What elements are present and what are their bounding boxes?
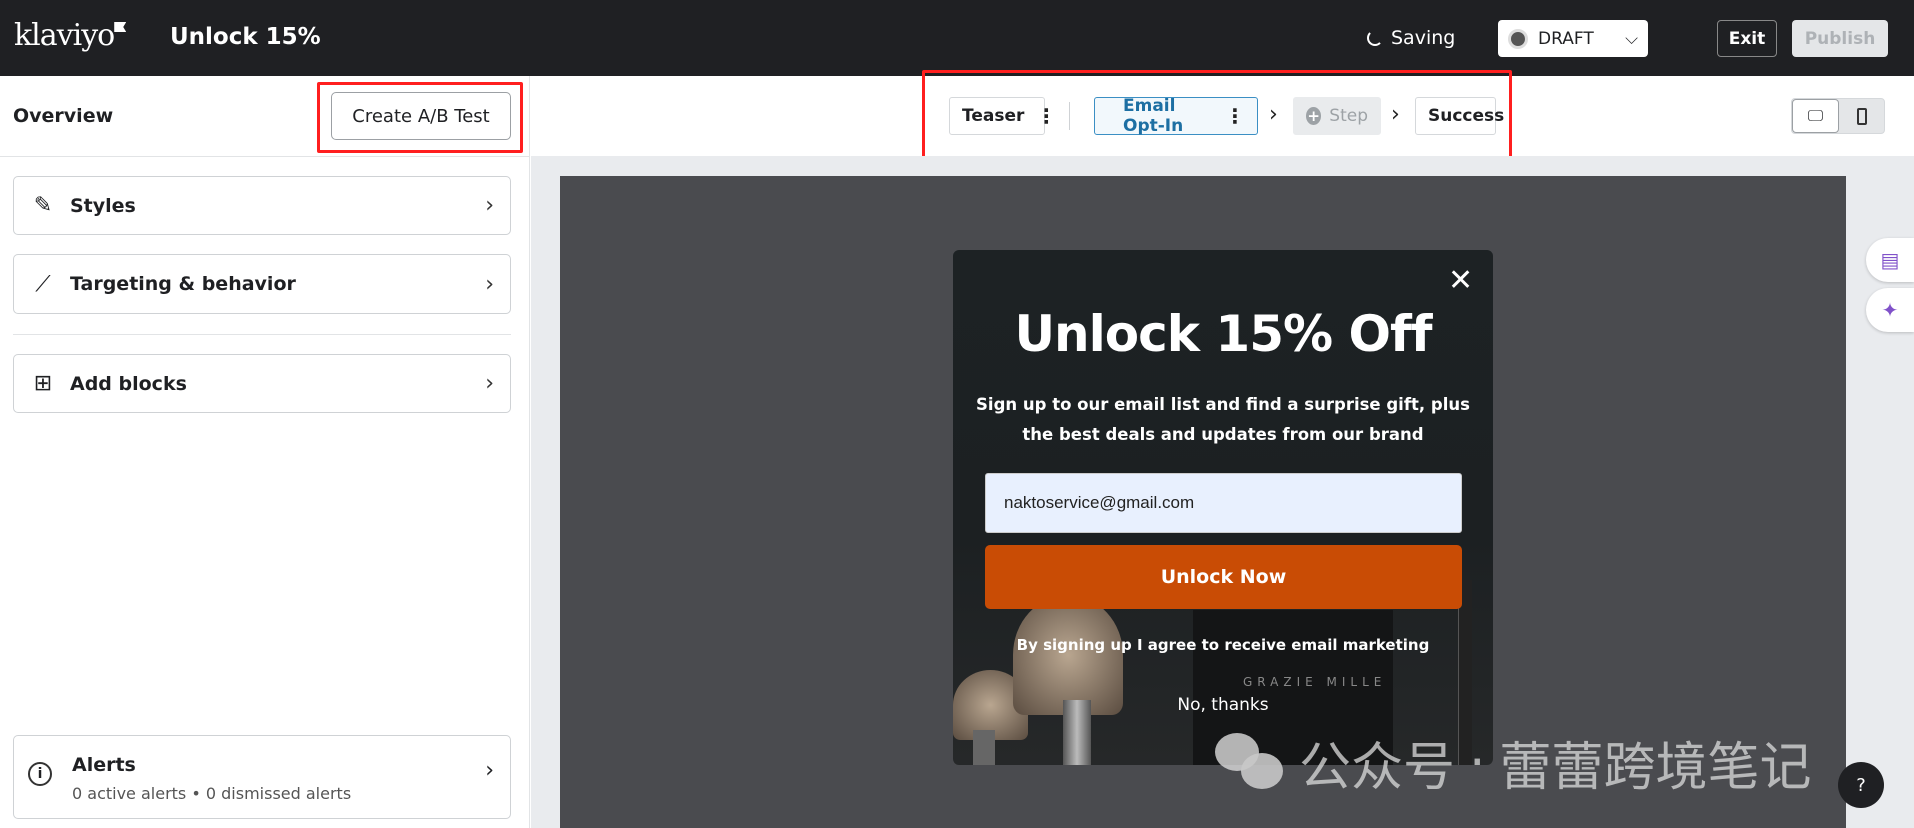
info-icon: i [28,762,52,786]
alerts-title: Alerts [72,754,136,776]
watermark-text: 公众号 [1299,738,1456,798]
ai-sparkle-icon[interactable]: ✦ [1866,288,1914,332]
step-toolbar: Teaser ⋮ Email Opt-In ⋮ › + Step › Success … [531,70,1914,164]
signup-popup: GRAZIE MILLE ✕ Unlock 15% Off Sign up to… [953,250,1493,765]
top-bar: klaviyo Unlock 15% Saving DRAFT ⌵ Exit Pu… [0,0,1914,76]
chevron-down-icon: ⌵ [1625,28,1638,49]
mobile-icon [1856,107,1867,125]
watermark: 公众号 · 蕾蕾跨境笔记 [1215,725,1812,800]
watermark-text: 蕾蕾跨境笔记 [1499,738,1812,798]
sidebar-item-styles[interactable]: ✎ Styles › [13,176,511,235]
sidebar-item-add-blocks[interactable]: ⊞ Add blocks › [13,354,511,413]
sidebar-item-targeting[interactable]: ⟋ Targeting & behavior › [13,254,511,314]
highlight-box [317,82,523,153]
highlight-box [922,70,1512,164]
unlock-now-button[interactable]: Unlock Now [985,545,1462,609]
sidebar-item-label: Add blocks [70,372,187,395]
divider [0,156,530,157]
no-thanks-link[interactable]: No, thanks [953,695,1493,715]
sidebar-item-label: Targeting & behavior [70,273,296,295]
alerts-panel[interactable]: i Alerts 0 active alerts • 0 dismissed a… [13,735,511,819]
form-title[interactable]: Unlock 15% [170,24,321,50]
publish-button[interactable]: Publish [1792,20,1888,57]
chevron-right-icon: › [485,193,494,218]
alerts-summary: 0 active alerts • 0 dismissed alerts [72,784,352,803]
product-brand-text: GRAZIE MILLE [1243,675,1387,689]
status-label: DRAFT [1538,28,1594,49]
consent-text: By signing up I agree to receive email m… [1016,636,1430,654]
save-status: Saving [1367,27,1455,49]
magic-wand-icon: ⟋ [35,271,51,297]
exit-button[interactable]: Exit [1717,20,1777,57]
save-status-text: Saving [1391,27,1456,49]
klaviyo-logo[interactable]: klaviyo [14,18,127,53]
divider [13,334,511,335]
mobile-view-button[interactable] [1839,99,1884,133]
popup-title: Unlock 15% Off [1014,305,1432,363]
chevron-right-icon: › [485,758,494,783]
pencil-icon: ✎ [33,193,53,218]
help-button[interactable]: ? [1838,762,1884,808]
sidebar-title: Overview [13,105,114,127]
chevron-right-icon: › [485,371,494,396]
desktop-view-button[interactable]: 🖵 [1792,99,1839,133]
chevron-right-icon: › [485,271,494,297]
spinner-icon [1367,30,1383,46]
watermark-dot: · [1469,732,1486,793]
email-value: naktoservice@gmail.com [1004,493,1195,512]
popup-subtitle: Sign up to our email list and find a sur… [976,395,1470,444]
wechat-icon [1215,732,1285,793]
device-toggle: 🖵 [1791,98,1885,134]
sidebar-item-label: Styles [70,194,136,217]
sidebar: Overview Create A/B Test ✎ Styles › ⟋ Targe… [0,76,530,828]
draft-icon [1508,28,1528,49]
close-icon[interactable]: ✕ [1448,263,1473,298]
desktop-icon: 🖵 [1807,106,1824,125]
brush-handle [973,730,995,765]
grid-icon: ⊞ [33,371,53,396]
email-field[interactable]: naktoservice@gmail.com [985,473,1462,533]
document-icon[interactable]: ▤ [1866,238,1914,282]
status-dropdown[interactable]: DRAFT ⌵ [1498,20,1648,57]
